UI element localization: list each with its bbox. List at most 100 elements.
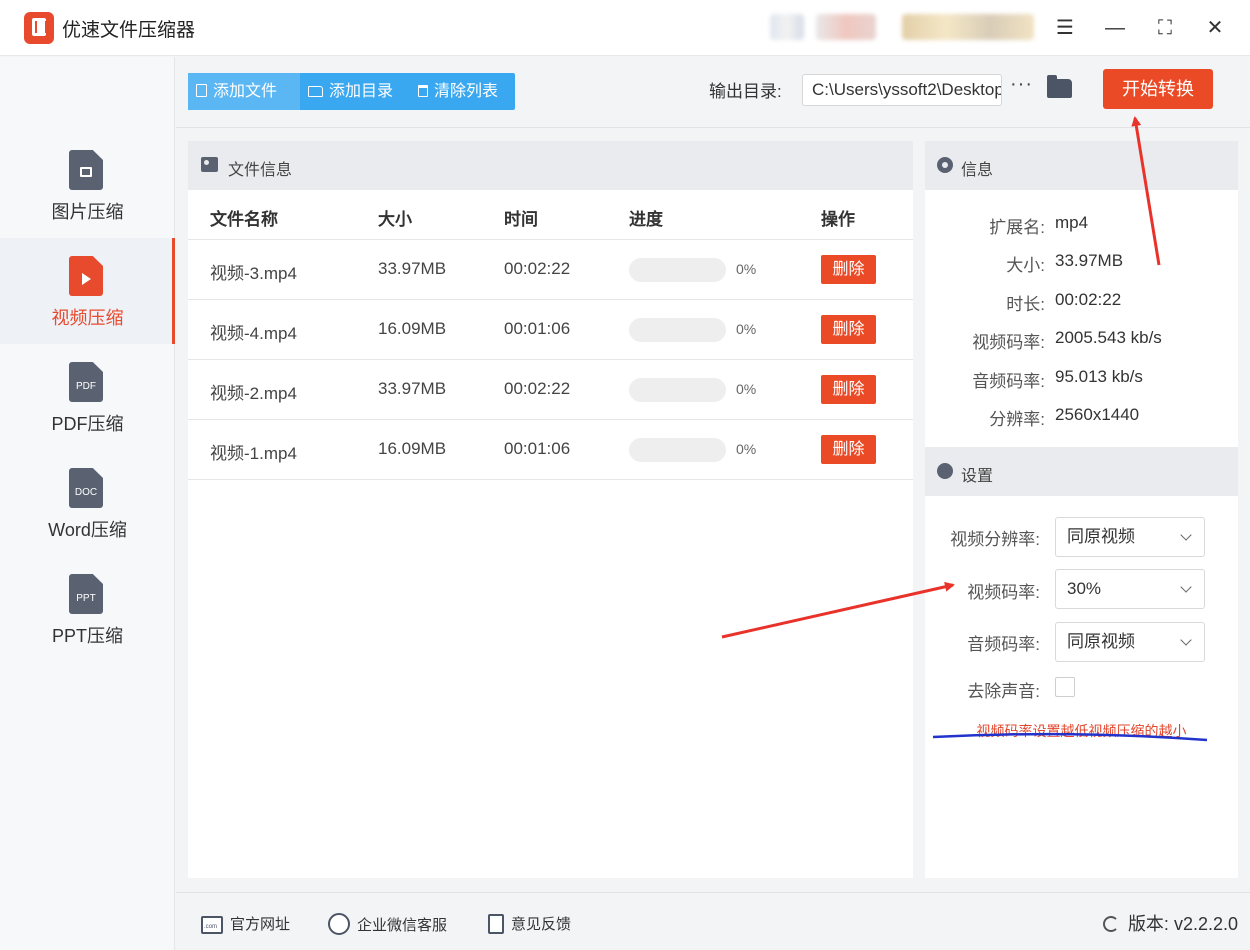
web-icon <box>201 916 223 934</box>
progress-bar <box>629 438 726 462</box>
sidebar-item-image[interactable]: 图片压缩 <box>0 132 175 238</box>
video-bitrate-select[interactable]: 30% <box>1055 569 1205 609</box>
wechat-support-label: 企业微信客服 <box>357 917 448 934</box>
progress-percent: 0% <box>736 441 757 457</box>
table-row[interactable]: 视频-2.mp4 33.97MB 00:02:22 0% 删除 <box>188 360 913 420</box>
table-row[interactable]: 视频-3.mp4 33.97MB 00:02:22 0% 删除 <box>188 240 913 300</box>
remove-audio-checkbox[interactable] <box>1055 677 1075 697</box>
output-dir-label: 输出目录: <box>709 82 782 101</box>
info-key-audio-bitrate: 音频码率: <box>972 372 1045 391</box>
website-label: 官方网址 <box>230 916 291 933</box>
ppt-file-icon: PPT <box>69 574 103 614</box>
column-header-size: 大小 <box>378 210 412 229</box>
clear-list-button[interactable]: 清除列表 <box>410 73 498 110</box>
file-name: 视频-2.mp4 <box>210 384 297 403</box>
settings-header: 设置 <box>925 447 1238 496</box>
file-duration: 00:01:06 <box>504 319 571 338</box>
table-header: 文件名称 大小 时间 进度 操作 <box>188 190 913 240</box>
sidebar-item-pdf[interactable]: PDF PDF压缩 <box>0 344 175 450</box>
title-bar: 优速文件压缩器 ☰ — ⛶ ✕ <box>0 0 1250 56</box>
version-info[interactable]: 版本: v2.2.2.0 <box>1102 910 1238 936</box>
info-key-extension: 扩展名: <box>989 218 1045 237</box>
maximize-icon[interactable]: ⛶ <box>1149 12 1181 44</box>
add-file-label: 添加文件 <box>213 83 278 100</box>
add-file-button[interactable]: 添加文件 <box>188 73 300 110</box>
image-icon <box>201 157 218 172</box>
file-duration: 00:02:22 <box>504 379 571 398</box>
website-link[interactable]: 官方网址 <box>201 913 290 934</box>
blurred-avatar <box>770 14 804 40</box>
info-value-audio-bitrate: 95.013 kb/s <box>1055 367 1143 386</box>
sidebar: 图片压缩 视频压缩 PDF PDF压缩 DOC Word压缩 PPT PPT压缩 <box>0 57 175 950</box>
info-value-resolution: 2560x1440 <box>1055 405 1140 424</box>
info-key-video-bitrate: 视频码率: <box>972 333 1045 352</box>
app-logo-icon <box>24 12 54 44</box>
delete-button[interactable]: 删除 <box>821 435 876 464</box>
delete-button[interactable]: 删除 <box>821 375 876 404</box>
table-row[interactable]: 视频-4.mp4 16.09MB 00:01:06 0% 删除 <box>188 300 913 360</box>
app-title: 优速文件压缩器 <box>62 20 196 41</box>
sidebar-item-word[interactable]: DOC Word压缩 <box>0 450 175 556</box>
clear-list-label: 清除列表 <box>434 83 499 100</box>
minimize-icon[interactable]: — <box>1099 12 1131 44</box>
feedback-label: 意见反馈 <box>511 916 572 933</box>
delete-button[interactable]: 删除 <box>821 315 876 344</box>
video-resolution-value: 同原视频 <box>1067 527 1135 546</box>
audio-bitrate-select[interactable]: 同原视频 <box>1055 622 1205 662</box>
file-size: 16.09MB <box>378 439 447 458</box>
sidebar-item-label: PDF压缩 <box>51 414 124 434</box>
sidebar-item-label: 视频压缩 <box>51 308 124 328</box>
bitrate-tip: 视频码率设置越低视频压缩的越小 <box>976 723 1187 739</box>
file-duration: 00:02:22 <box>504 259 571 278</box>
pdf-file-icon: PDF <box>69 362 103 402</box>
info-value-extension: mp4 <box>1055 213 1089 232</box>
column-header-name: 文件名称 <box>210 210 278 229</box>
start-convert-button[interactable]: 开始转换 <box>1103 69 1213 109</box>
version-label: 版本: v2.2.2.0 <box>1127 914 1238 934</box>
gear-icon <box>937 157 953 173</box>
refresh-icon <box>1102 916 1119 932</box>
output-dir-input[interactable]: C:\Users\yssoft2\Desktop <box>802 74 1002 106</box>
video-resolution-select[interactable]: 同原视频 <box>1055 517 1205 557</box>
video-resolution-label: 视频分辨率: <box>950 530 1040 549</box>
file-list-panel: 文件信息 文件名称 大小 时间 进度 操作 视频-3.mp4 33.97MB 0… <box>188 141 913 878</box>
doc-file-icon: DOC <box>69 468 103 508</box>
info-value-size: 33.97MB <box>1055 251 1124 270</box>
add-folder-label: 添加目录 <box>329 83 394 100</box>
feedback-link[interactable]: 意见反馈 <box>488 913 571 934</box>
image-file-icon <box>69 150 103 190</box>
chevron-down-icon <box>1180 634 1192 646</box>
menu-icon[interactable]: ☰ <box>1049 12 1081 44</box>
sidebar-item-label: Word压缩 <box>48 520 127 540</box>
column-header-time: 时间 <box>504 210 538 229</box>
sidebar-item-label: 图片压缩 <box>51 202 124 222</box>
video-bitrate-value: 30% <box>1067 579 1102 598</box>
gear-icon <box>937 463 953 479</box>
blurred-account-info <box>902 14 1034 40</box>
remove-audio-label: 去除声音: <box>967 682 1040 701</box>
sidebar-item-label: PPT压缩 <box>51 626 123 646</box>
sidebar-item-video[interactable]: 视频压缩 <box>0 238 175 344</box>
video-file-icon <box>69 256 103 296</box>
add-folder-button[interactable]: 添加目录 <box>300 73 393 110</box>
delete-button[interactable]: 删除 <box>821 255 876 284</box>
open-folder-icon[interactable] <box>1047 75 1072 98</box>
progress-percent: 0% <box>736 381 757 397</box>
sidebar-item-ppt[interactable]: PPT PPT压缩 <box>0 556 175 662</box>
trash-icon <box>418 85 428 97</box>
chat-icon <box>328 913 350 935</box>
table-row[interactable]: 视频-1.mp4 16.09MB 00:01:06 0% 删除 <box>188 420 913 480</box>
close-icon[interactable]: ✕ <box>1199 12 1231 44</box>
wechat-support-link[interactable]: 企业微信客服 <box>328 913 447 935</box>
info-value-video-bitrate: 2005.543 kb/s <box>1055 328 1162 347</box>
file-name: 视频-1.mp4 <box>210 444 297 463</box>
chevron-down-icon <box>1180 581 1192 593</box>
audio-bitrate-value: 同原视频 <box>1067 632 1135 651</box>
more-icon[interactable]: ··· <box>1010 73 1033 96</box>
progress-percent: 0% <box>736 261 757 277</box>
info-key-size: 大小: <box>1006 256 1045 275</box>
settings-title: 设置 <box>961 468 994 485</box>
file-panel-title: 文件信息 <box>228 162 293 179</box>
file-icon <box>196 84 207 97</box>
file-name: 视频-3.mp4 <box>210 264 297 283</box>
